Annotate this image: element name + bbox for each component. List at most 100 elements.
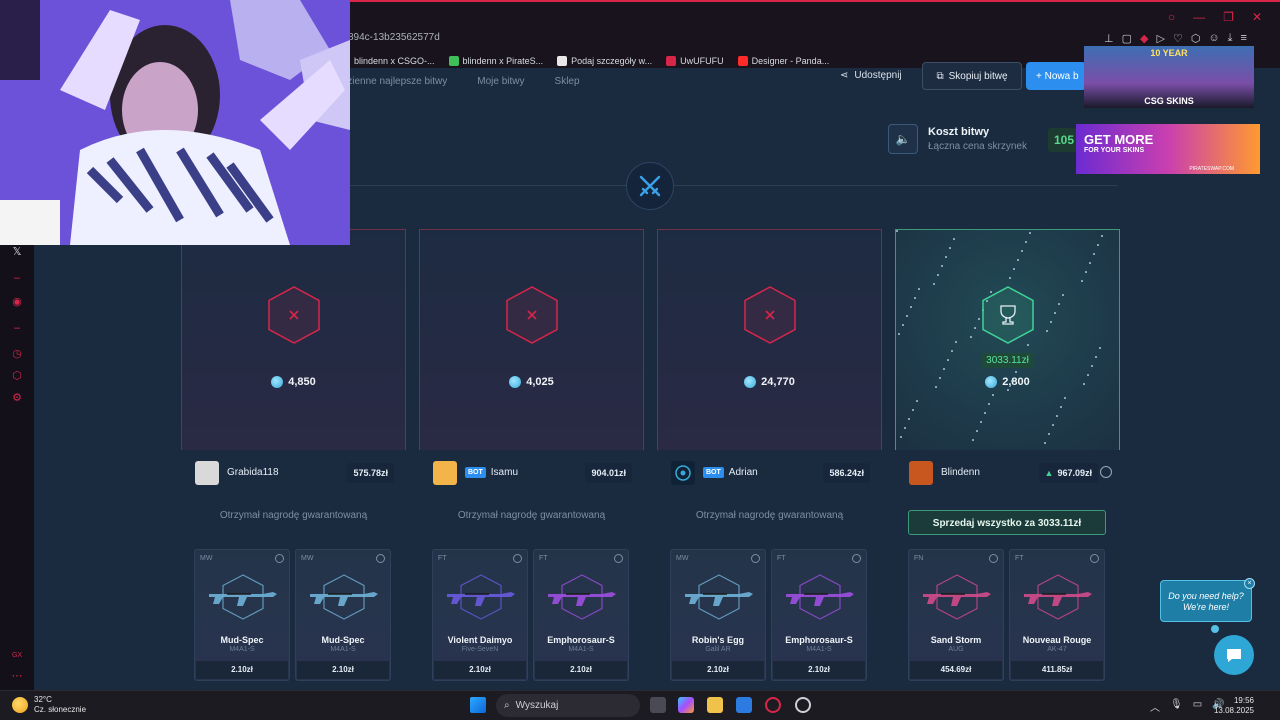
star-particle: [1027, 344, 1029, 346]
item-weapon-name: M4A1-S: [568, 646, 594, 653]
share-button[interactable]: ⋖ Udostępnij: [840, 66, 902, 84]
item-skin-name: Emphorosaur-S: [547, 635, 615, 645]
chat-open-button[interactable]: [1214, 635, 1254, 675]
copy-battle-button[interactable]: ⧉ Skopiuj bitwę: [922, 62, 1022, 90]
star-particle: [953, 238, 955, 240]
bookmark-item[interactable]: blindenn x CSGO-...: [340, 54, 435, 68]
star-particle: [941, 265, 943, 267]
divider-icon: –: [13, 272, 21, 284]
divider-icon: –: [13, 322, 21, 334]
item-card[interactable]: FT Violent Daimyo Five-SeveN 2.10zł: [432, 549, 528, 681]
sell-all-button[interactable]: Sprzedaj wszystko za 3033.11zł: [908, 510, 1106, 535]
check-circle-icon: [275, 554, 284, 563]
item-card[interactable]: MW Robin's Egg Galil AR 2.10zł: [670, 549, 766, 681]
box-icon[interactable]: ⬡: [10, 369, 24, 383]
bookmark-label: Podaj szczegóły w...: [571, 56, 653, 66]
maximize-icon[interactable]: ❐: [1223, 10, 1234, 24]
taskbar-search[interactable]: ⌕ Wyszukaj: [496, 694, 640, 717]
close-icon[interactable]: ✕: [1252, 10, 1262, 24]
star-particle: [972, 439, 974, 441]
player-result-panel: 3033.11zł 2,800: [895, 229, 1120, 450]
file-explorer-icon[interactable]: [707, 697, 723, 713]
chevron-up-icon[interactable]: ︿: [1150, 699, 1160, 714]
nav-my-battles[interactable]: Moje bitwy: [477, 76, 524, 87]
loss-x-icon: [744, 286, 796, 344]
search-icon[interactable]: ○: [1168, 10, 1175, 24]
address-bar[interactable]: 894c-13b23562577d: [348, 32, 440, 43]
bookmark-item[interactable]: Designer - Panda...: [737, 54, 829, 68]
star-particle: [1017, 259, 1019, 261]
star-particle: [896, 230, 898, 232]
item-card[interactable]: FN Sand Storm AUG 454.69zł: [908, 549, 1004, 681]
start-icon[interactable]: [470, 697, 486, 713]
bookmark-item[interactable]: UwUFUFU: [666, 54, 724, 68]
clock-time: 19:56: [1233, 696, 1254, 705]
task-view-icon[interactable]: [650, 697, 666, 713]
square-icon[interactable]: ▢: [1122, 32, 1132, 45]
settings-icon[interactable]: ⚙: [10, 391, 24, 405]
player-icon[interactable]: ◉: [10, 295, 24, 309]
item-card[interactable]: FT Emphorosaur-S M4A1-S 2.10zł: [533, 549, 629, 681]
item-skin-name: Mud-Spec: [220, 635, 264, 645]
share-icon: ⋖: [840, 69, 849, 81]
weather-widget[interactable]: 32°C Cz. słonecznie: [12, 695, 86, 715]
store-icon[interactable]: [736, 697, 752, 713]
nav-shop[interactable]: Sklep: [555, 76, 580, 87]
player-name-text: Grabida118: [227, 467, 279, 478]
sound-toggle-button[interactable]: 🔈: [888, 124, 918, 154]
heart-icon[interactable]: ♡: [1173, 32, 1183, 45]
chat-bubble-close-icon[interactable]: ×: [1244, 578, 1255, 589]
item-card[interactable]: FT Emphorosaur-S M4A1-S 2.10zł: [771, 549, 867, 681]
pocket-icon[interactable]: ◆: [1140, 32, 1148, 45]
check-circle-icon: [1090, 554, 1099, 563]
pirateswap-banner-ad[interactable]: GET MORE FOR YOUR SKINS PIRATESWAP.COM: [1076, 124, 1260, 174]
opera-gx-icon[interactable]: [765, 697, 781, 713]
user-icon[interactable]: ☺: [1208, 32, 1219, 45]
ad2-subline: FOR YOUR SKINS: [1084, 147, 1145, 154]
menu-icon[interactable]: ≡: [1241, 32, 1247, 45]
play-icon[interactable]: ▷: [1156, 32, 1164, 45]
network-icon[interactable]: ▭: [1193, 699, 1202, 714]
more-icon[interactable]: ⋯: [10, 669, 24, 683]
coin-icon: [744, 376, 757, 388]
bookmark-item[interactable]: Podaj szczegóły w...: [557, 54, 652, 68]
star-particle: [900, 436, 902, 438]
emoji-icon[interactable]: [1100, 466, 1112, 478]
box-icon[interactable]: ⬡: [1191, 32, 1201, 45]
bookmark-icon: [737, 56, 748, 66]
arrow-up-icon: ▲: [1044, 468, 1054, 478]
star-particle: [1054, 312, 1056, 314]
minimize-icon[interactable]: —: [1193, 10, 1205, 24]
star-particle: [1058, 303, 1060, 305]
copilot-icon[interactable]: [678, 697, 694, 713]
x-icon[interactable]: 𝕏: [10, 245, 24, 259]
item-card[interactable]: MW Mud-Spec M4A1-S 2.10zł: [194, 549, 290, 681]
star-particle: [1081, 280, 1083, 282]
new-battle-button[interactable]: + Nowa b: [1026, 62, 1086, 90]
star-particle: [1099, 347, 1101, 349]
star-particle: [945, 256, 947, 258]
star-particle: [980, 421, 982, 423]
battle-cost: 🔈 Koszt bitwy Łączna cena skrzynek: [888, 124, 1027, 154]
clock[interactable]: 19:56 13.08.2025: [1214, 696, 1254, 716]
avatar: [909, 461, 933, 485]
history-icon[interactable]: ◷: [10, 347, 24, 361]
chat-help-bubble[interactable]: Do you need help? We're here!: [1160, 580, 1252, 622]
microphone-icon[interactable]: 🎙: [1170, 699, 1183, 714]
item-card[interactable]: FT Nouveau Rouge AK-47 411.85zł: [1009, 549, 1105, 681]
search-placeholder: Wyszukaj: [515, 700, 559, 711]
csgoskins-banner-ad[interactable]: 10 YEAR CSG SKINS: [1084, 46, 1254, 108]
star-particle: [949, 247, 951, 249]
star-particle: [1052, 424, 1054, 426]
win-amount: 3033.11zł: [896, 350, 1119, 368]
chat-icon: [1227, 649, 1241, 662]
download-icon[interactable]: ⤓: [1228, 32, 1233, 45]
app-icon[interactable]: [795, 697, 811, 713]
bookmark-item[interactable]: blindenn x PirateS...: [448, 54, 543, 68]
pin-icon[interactable]: ⊥: [1104, 32, 1114, 45]
new-battle-label: + Nowa b: [1036, 70, 1079, 82]
coin-total: 2,800: [896, 376, 1119, 388]
item-card[interactable]: MW Mud-Spec M4A1-S 2.10zł: [295, 549, 391, 681]
nav-daily-battles[interactable]: Dzienne najlepsze bitwy: [340, 76, 447, 87]
win-amount-value: 3033.11zł: [982, 353, 1033, 368]
